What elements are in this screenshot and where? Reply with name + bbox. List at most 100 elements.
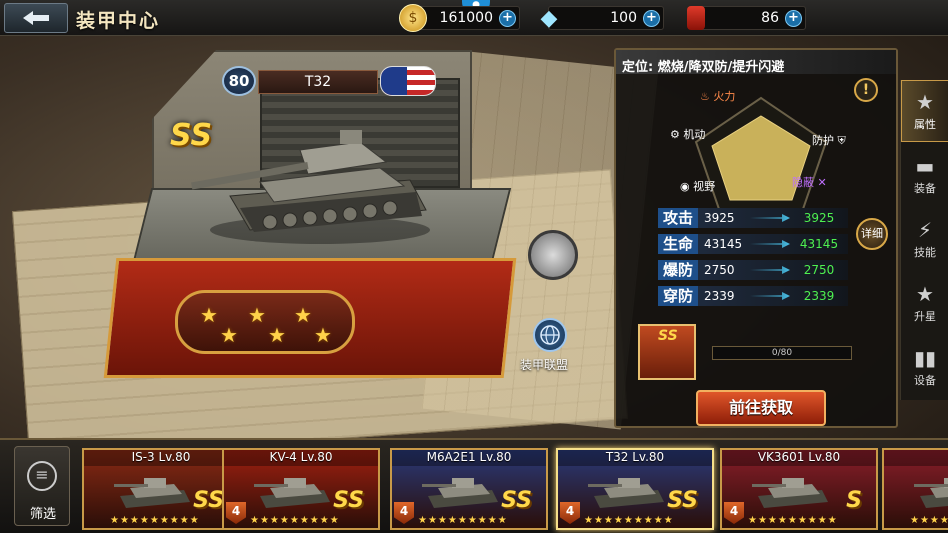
go-obtain-button[interactable]: 前往获取 [696, 390, 826, 426]
stat-name: 穿防 [658, 286, 698, 306]
stat-row-crit-defense: 爆防 2750 2750 [658, 260, 848, 280]
star-row-icon: ★★★★★★★★★ [418, 515, 508, 526]
rating-star-icon: ★ [220, 323, 238, 347]
stat-row-pierce-defense: 穿防 2339 2339 [658, 286, 848, 306]
tank-card-grade: SS [501, 488, 532, 513]
radar-stealth-text: 隐蔽 [792, 176, 814, 189]
rank-shield-icon: 4 [226, 502, 246, 524]
globe-icon [540, 325, 560, 345]
tank-card[interactable]: M6A2E1 Lv.80 SS ★★★★★★★★★ 4 [390, 448, 548, 530]
tank-card-name: M6A2E1 Lv.80 [392, 450, 546, 466]
commander-emblem[interactable] [528, 230, 578, 280]
tank-card[interactable]: KV-4 Lv.80 SS ★★★★★★★★★ 4 [222, 448, 380, 530]
star-rating-plaque: ★ ★ ★ ★ ★ ★ [175, 290, 355, 354]
stat-row-hp: 生命 43145 43145 [658, 234, 848, 254]
tank-card[interactable]: T32 Lv.80 SS ★★★★★★★★★ 4 [556, 448, 714, 530]
skill-icon: ⚡ [917, 218, 933, 242]
fuel-value: 86 [761, 10, 779, 26]
stats-panel: 定位: 燃烧/降双防/提升闪避 ! ♨ 火力 ⚙ 机动 防护 ⛨ ◉ 视野 隐蔽… [614, 48, 898, 428]
arrow-icon [750, 240, 790, 248]
tank-thumbnail-icon [752, 478, 828, 508]
tank-card-name: 虎 [884, 450, 948, 466]
tab-attributes[interactable]: ★ 属性 [901, 80, 948, 142]
tank-grade: SS [170, 118, 213, 153]
radar-stealth-label: 隐蔽 ✕ [792, 176, 827, 189]
tank-thumbnail-icon [914, 478, 948, 508]
rank-shield-icon: 4 [724, 502, 744, 524]
radar-armor-text: 防护 [812, 134, 834, 147]
filter-label: 筛选 [29, 507, 56, 522]
star-row-icon: ★★★★★★★★★ [584, 515, 674, 526]
tank-card[interactable]: VK3601 Lv.80 S ★★★★★★★★★ 4 [720, 448, 878, 530]
tab-devices[interactable]: ▮▮ 设备 [901, 336, 948, 398]
filter-icon: ≡ [27, 461, 57, 491]
tank-card-grade: SS [667, 488, 698, 513]
stat-new-value: 2750 [803, 263, 835, 277]
tab-star-up[interactable]: ★ 升星 [901, 272, 948, 334]
tank-card-grade: S [846, 488, 862, 513]
diamond-counter: ◆ 100 + [541, 6, 664, 31]
add-fuel-button[interactable]: + [785, 10, 802, 27]
tank-thumbnail-icon [422, 478, 498, 508]
star-icon: ★ [916, 90, 934, 114]
star-row-icon: ★★★★★★★★★ [748, 515, 838, 526]
arrow-icon [750, 292, 790, 300]
usa-flag-icon [380, 66, 436, 96]
tank-thumbnail-icon [588, 478, 664, 508]
game-stage: 装甲中心 ● $ 161000 + ◆ 100 + 86 + 80 T32 SS… [0, 0, 948, 533]
radar-mobility-text: 机动 [683, 128, 706, 141]
radar-fire-text: 火力 [713, 90, 736, 103]
tank-card-name: KV-4 Lv.80 [224, 450, 378, 466]
filter-button[interactable]: ≡ 筛选 [14, 446, 70, 526]
ammo-icon: ▮▮ [913, 346, 936, 370]
tank-icon: ▬ [915, 154, 935, 178]
tank-card-grade: SS [193, 488, 224, 513]
stat-base-value: 3925 [704, 211, 735, 225]
tank-thumbnail-icon [254, 478, 330, 508]
tank-card-name: T32 Lv.80 [558, 450, 712, 466]
armor-alliance-label: 装甲联盟 [520, 358, 569, 372]
add-coins-button[interactable]: + [499, 10, 516, 27]
star-row-icon: ★★★★★★★★★ [910, 515, 948, 526]
detail-button[interactable]: 详细 [856, 218, 888, 250]
stat-base-value: 43145 [704, 237, 743, 251]
tank-card[interactable]: IS-3 Lv.80 SS ★★★★★★★★★ [82, 448, 240, 530]
tank-card[interactable]: 虎 ★★★★★★★★★ [882, 448, 948, 530]
tank-fragment-icon: SS [638, 324, 696, 380]
radar-vision-text: 视野 [693, 180, 716, 193]
fuel-counter: 86 + [687, 6, 806, 30]
coin-value: 161000 [439, 10, 493, 26]
stat-base-value: 2750 [704, 263, 735, 277]
tab-label: 属性 [914, 118, 936, 131]
tab-label: 技能 [914, 246, 936, 259]
tank-level-badge: 80 [222, 66, 256, 96]
diamond-icon: ◆ [540, 5, 558, 31]
tab-skills[interactable]: ⚡ 技能 [901, 208, 948, 270]
armor-alliance-button[interactable] [533, 318, 567, 352]
add-diamonds-button[interactable]: + [643, 10, 660, 27]
fragment-grade: SS [658, 328, 678, 344]
tab-label: 装备 [914, 182, 936, 195]
rating-star-icon: ★ [248, 303, 266, 327]
coin-icon: $ [399, 4, 427, 32]
rank-shield-icon: 4 [394, 502, 414, 524]
upgrade-star-icon: ★ [916, 282, 934, 306]
tab-label: 设备 [914, 374, 936, 387]
arrow-icon [750, 266, 790, 274]
page-title: 装甲中心 [76, 10, 161, 32]
tab-equipment[interactable]: ▬ 装备 [901, 144, 948, 206]
back-button[interactable] [4, 3, 68, 33]
info-alert-button[interactable]: ! [854, 78, 878, 102]
radar-fire-label: ♨ 火力 [700, 90, 736, 103]
stat-name: 攻击 [658, 208, 698, 228]
stat-name: 生命 [658, 234, 698, 254]
star-row-icon: ★★★★★★★★★ [250, 515, 340, 526]
tank-roster: ≡ 筛选 IS-3 Lv.80 SS ★★★★★★★★★ KV-4 Lv.80 SS ★★… [0, 438, 948, 533]
tank-name-plate: T32 [258, 70, 378, 94]
diamond-value: 100 [610, 10, 637, 26]
tank-card-name: IS-3 Lv.80 [84, 450, 238, 466]
rating-star-icon: ★ [314, 323, 332, 347]
stat-new-value: 43145 [799, 237, 839, 251]
tab-label: 升星 [914, 310, 936, 323]
tank-model[interactable] [190, 118, 430, 252]
